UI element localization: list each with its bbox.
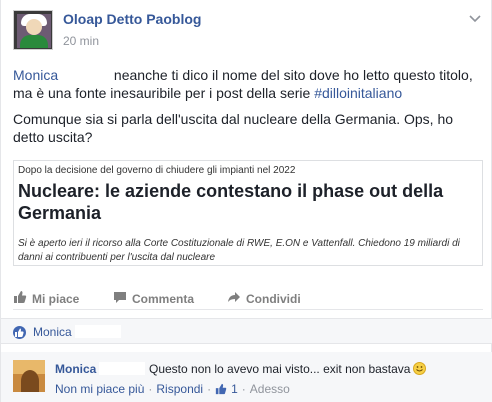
reply-link[interactable]: Rispondi [156, 382, 203, 396]
redacted-name [99, 362, 145, 375]
comment-button[interactable]: Commenta [113, 290, 194, 307]
card-title[interactable]: Nucleare: le aziende contestano il phase… [18, 180, 478, 224]
comment-timestamp[interactable]: Adesso [250, 382, 290, 396]
like-badge-icon [13, 326, 26, 339]
comment-icon [113, 290, 127, 307]
post-paragraph-2: Comunque sia si parla dell'uscita dal nu… [13, 111, 454, 145]
thumbs-up-icon [13, 290, 27, 307]
post-actions: Mi piace Commenta Condividi [13, 284, 483, 310]
separator: · [241, 382, 246, 396]
share-label: Condividi [246, 291, 301, 306]
post-timestamp[interactable]: 20 min [63, 34, 99, 48]
post-author[interactable]: Oloap Detto Paoblog [63, 11, 201, 27]
share-button[interactable]: Condividi [227, 290, 301, 307]
feed-post: Oloap Detto Paoblog 20 min Monica neanch… [0, 0, 492, 402]
redacted-name [75, 325, 121, 338]
mention-link[interactable]: Monica [13, 67, 58, 83]
comment-label: Commenta [132, 291, 195, 306]
smiley-emoji-icon [413, 362, 427, 375]
author-avatar[interactable] [13, 10, 53, 50]
post-header: Oloap Detto Paoblog 20 min [13, 10, 483, 52]
link-preview-card[interactable]: Dopo la decisione del governo di chiuder… [13, 160, 483, 266]
share-icon [227, 290, 241, 307]
unlike-link[interactable]: Non mi piace più [55, 382, 144, 396]
avatar-frame [14, 11, 52, 49]
comment: Monica Questo non lo avevo mai visto... … [1, 352, 492, 402]
hashtag-link[interactable]: #dilloinitaliano [314, 85, 402, 101]
likes-summary: Monica [1, 318, 492, 344]
card-description: Si è aperto ieri il ricorso alla Corte C… [18, 238, 460, 263]
comment-like-count[interactable]: 1 [231, 382, 238, 396]
commenter-avatar[interactable] [13, 360, 45, 392]
thumbs-up-icon[interactable] [215, 383, 227, 395]
card-kicker: Dopo la decisione del governo di chiuder… [18, 165, 296, 176]
comment-actions: Non mi piace più · Rispondi · 1 · Adesso [55, 382, 290, 396]
like-button[interactable]: Mi piace [13, 290, 79, 307]
comment-body: Questo non lo avevo mai visto... exit no… [149, 362, 411, 376]
separator: · [207, 382, 212, 396]
post-paragraph-1: Monica neanche ti dico il nome del sito … [13, 66, 483, 102]
chevron-down-icon[interactable] [469, 12, 481, 26]
comment-author[interactable]: Monica [55, 362, 96, 376]
liker-name[interactable]: Monica [33, 325, 72, 339]
comment-text: Questo non lo avevo mai visto... exit no… [149, 362, 427, 376]
like-label: Mi piace [32, 291, 80, 306]
redacted-name [62, 70, 111, 83]
avatar-figure [21, 370, 39, 392]
separator: · [148, 382, 153, 396]
post-text: Monica neanche ti dico il nome del sito … [13, 66, 483, 154]
